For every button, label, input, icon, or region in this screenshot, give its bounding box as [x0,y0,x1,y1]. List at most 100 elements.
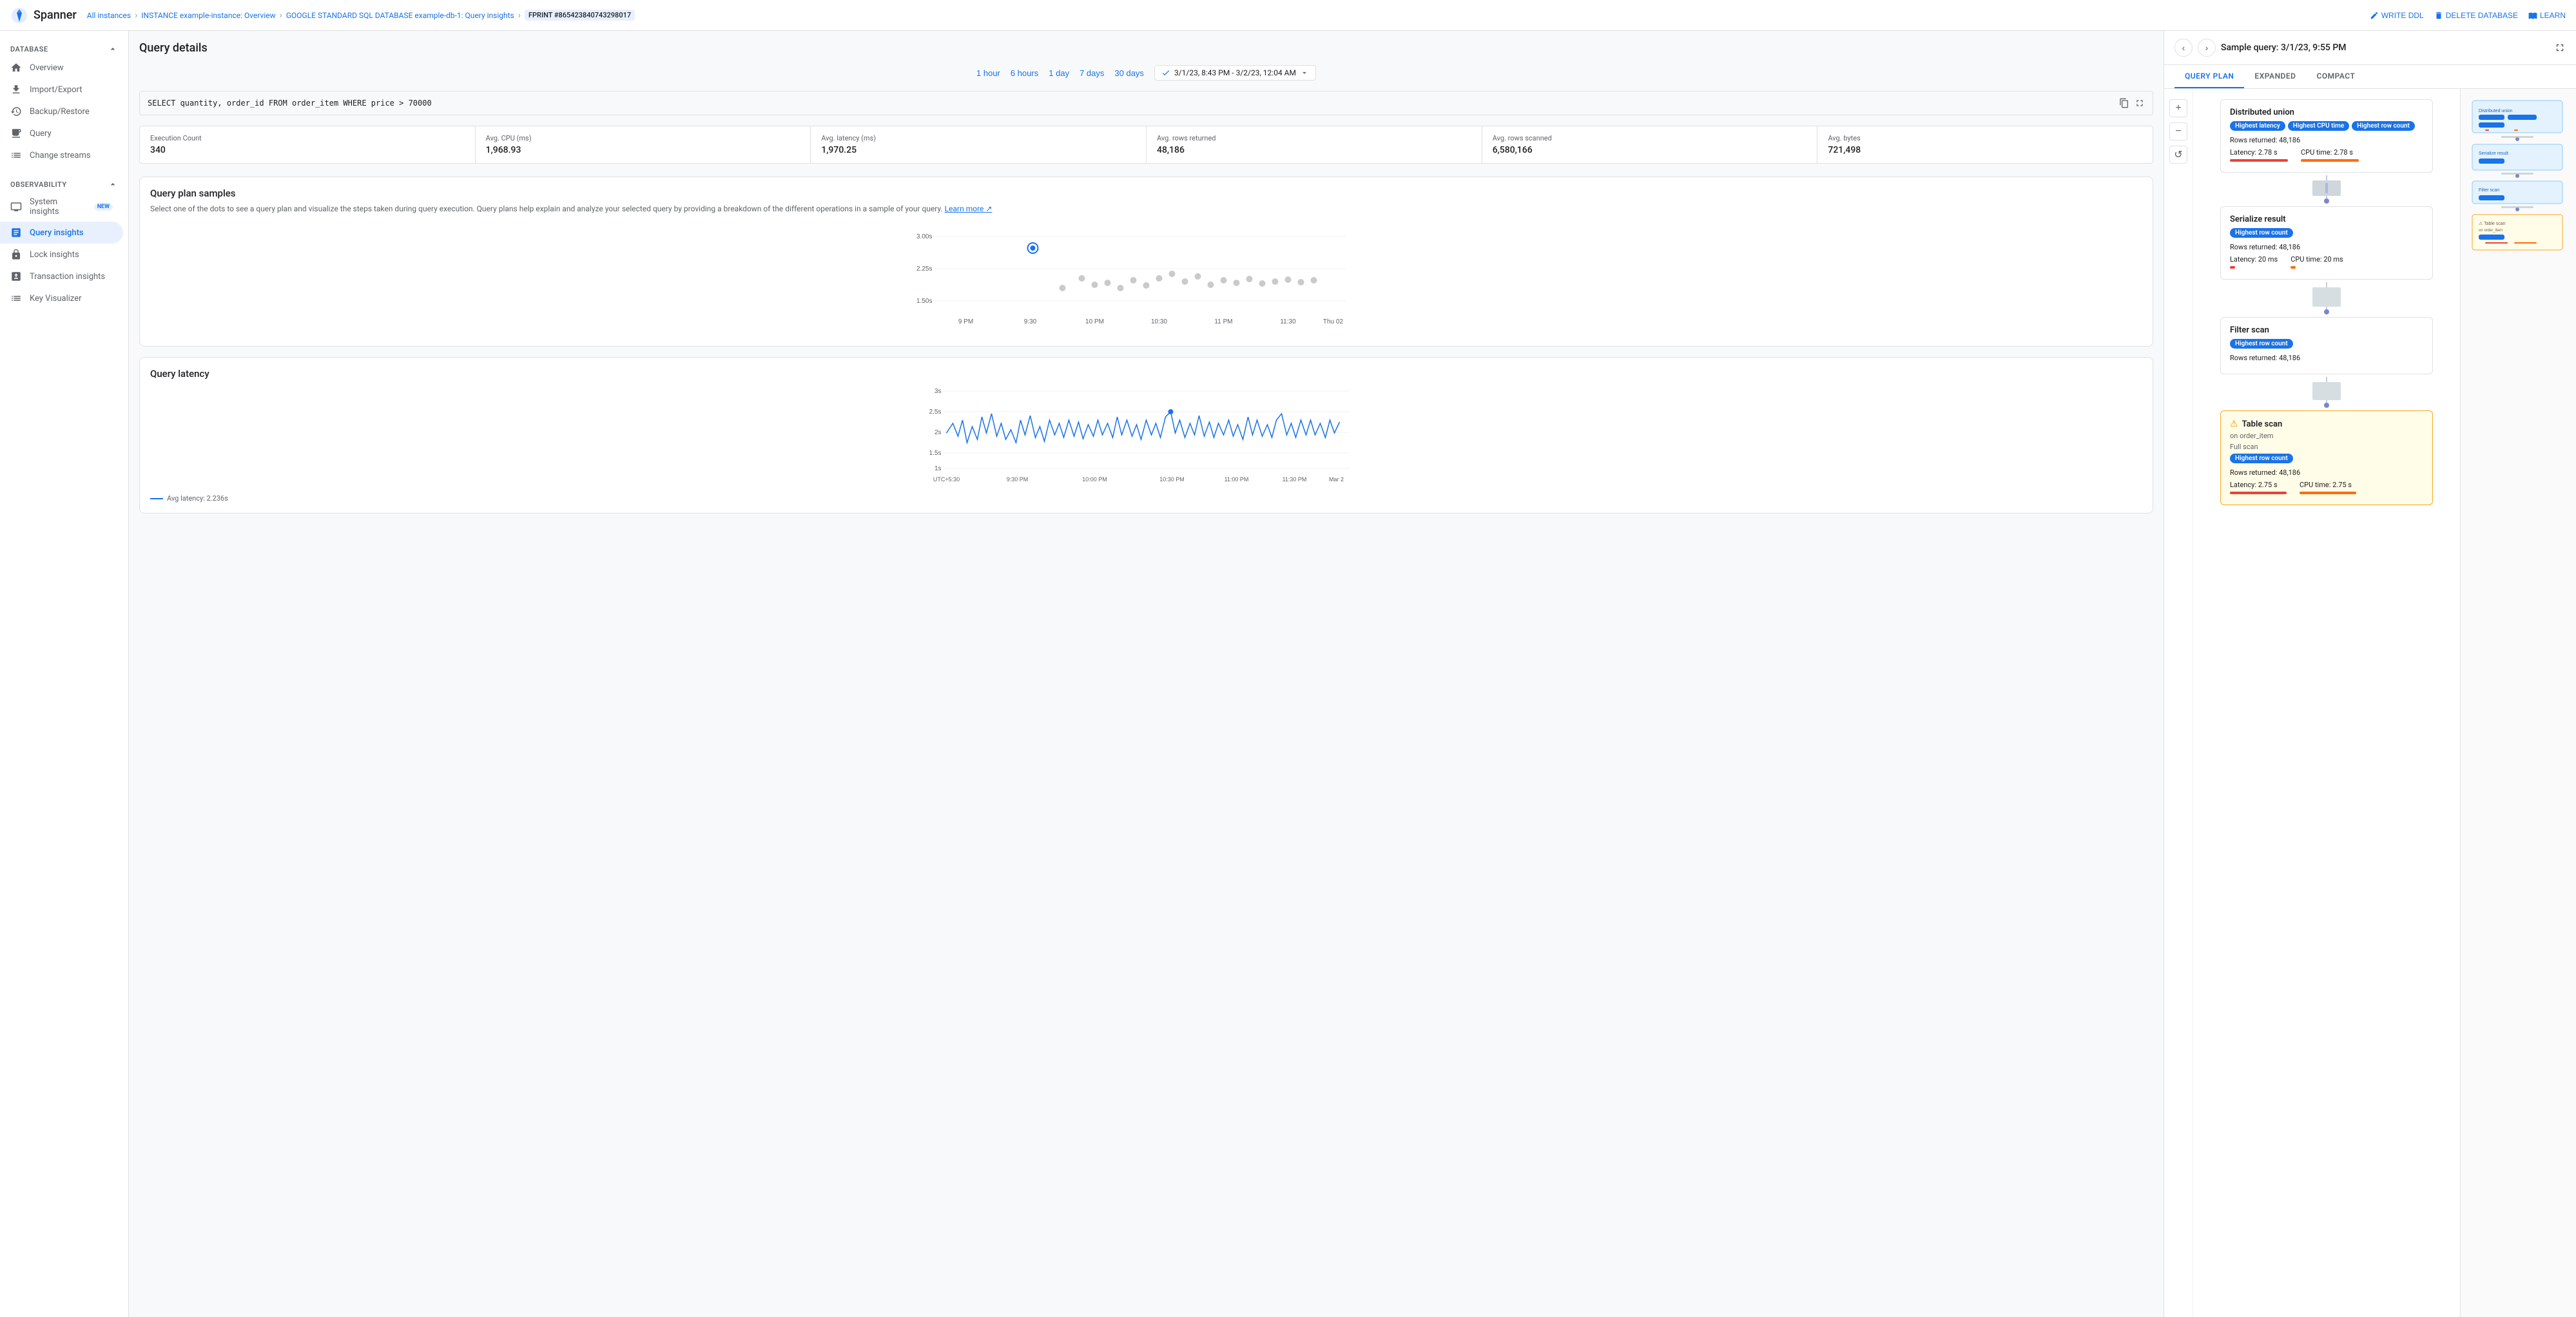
query-plan-samples-desc: Select one of the dots to see a query pl… [150,204,2142,213]
latency-bar-1 [2230,266,2235,269]
stat-value-0: 340 [150,145,465,155]
right-panel-tabs: QUERY PLAN EXPANDED COMPACT [2164,65,2576,89]
import-icon [10,84,22,95]
svg-text:11:30: 11:30 [1280,318,1296,325]
sidebar-label-query-insights: Query insights [30,228,84,238]
database-section-title: DATABASE [0,36,128,57]
node-rows-0: Rows returned: 48,186 [2230,136,2423,144]
sidebar-item-overview[interactable]: Overview [0,57,123,79]
svg-text:Serialize result: Serialize result [2479,151,2508,156]
sidebar-item-transaction-insights[interactable]: Transaction insights [0,265,123,287]
zoom-in-button[interactable]: + [2169,99,2187,117]
sidebar-item-backup[interactable]: Backup/Restore [0,101,123,122]
query-icon [10,128,22,139]
collapse-obs-icon [108,179,118,189]
query-icons [2119,98,2145,108]
backup-icon [10,106,22,117]
breadcrumb: All instances › INSTANCE example-instanc… [87,10,2370,21]
main-panel: Query details 1 hour 6 hours 1 day 7 day… [129,31,2164,1317]
sidebar-label-change-streams: Change streams [30,151,91,160]
learn-more-link[interactable]: Learn more ↗ [945,204,993,213]
tab-compact[interactable]: COMPACT [2306,65,2365,88]
zoom-out-button[interactable]: − [2169,122,2187,140]
badge-highest-row-1: Highest row count [2230,228,2293,238]
right-panel-header: ‹ › Sample query: 3/1/23, 9:55 PM [2164,31,2576,65]
badge-highest-row-2: Highest row count [2230,339,2293,349]
time-7d[interactable]: 7 days [1080,68,1104,78]
prev-sample-button[interactable]: ‹ [2174,39,2193,57]
reset-view-button[interactable]: ↺ [2169,146,2187,164]
sidebar-item-query-insights[interactable]: Query insights [0,222,123,244]
right-panel-title: Sample query: 3/1/23, 9:55 PM [2221,43,2549,53]
next-sample-button[interactable]: › [2198,39,2216,57]
svg-text:1.50s: 1.50s [916,298,932,305]
node-subtitle-3: on order_item [2230,432,2423,440]
svg-text:10 PM: 10 PM [1085,318,1104,325]
time-6h[interactable]: 6 hours [1011,68,1038,78]
svg-text:11:00 PM: 11:00 PM [1225,476,1249,483]
write-ddl-button[interactable]: WRITE DDL [2370,11,2424,20]
learn-button[interactable]: LEARN [2528,11,2566,20]
stat-label-0: Execution Count [150,134,465,142]
fullscreen-icon[interactable] [2554,42,2566,53]
time-1h[interactable]: 1 hour [976,68,1000,78]
svg-text:1.5s: 1.5s [929,450,942,457]
badge-highest-row-0: Highest row count [2352,121,2415,131]
plan-node-filter-scan: Filter scan Highest row count Rows retur… [2220,317,2433,374]
svg-text:10:00 PM: 10:00 PM [1082,476,1107,483]
scatter-plot: 3.00s 2.25s 1.50s [150,224,2116,333]
delete-database-button[interactable]: DELETE DATABASE [2434,11,2518,20]
scatter-plot-container: 3.00s 2.25s 1.50s [150,224,2142,336]
latency-metric-3: Latency: 2.75 s [2230,481,2287,494]
node-badges-3: Highest row count [2230,454,2423,463]
breadcrumb-all-instances[interactable]: All instances [87,11,131,20]
node-badges-0: Highest latency Highest CPU time Highest… [2230,121,2423,131]
stat-value-1: 1,968.93 [486,145,800,155]
latency-label-1: Latency: 20 ms [2230,255,2278,264]
query-text: SELECT quantity, order_id FROM order_ite… [148,99,2119,108]
stat-value-2: 1,970.25 [821,145,1136,155]
date-range-picker[interactable]: 3/1/23, 8:43 PM - 3/2/23, 12:04 AM [1154,65,1316,81]
stat-latency: Avg. latency (ms) 1,970.25 [811,126,1147,163]
sidebar-item-key-visualizer[interactable]: Key Visualizer [0,287,123,309]
stat-label-1: Avg. CPU (ms) [486,134,800,142]
node-title-0: Distributed union [2230,108,2423,117]
sidebar-item-lock-insights[interactable]: Lock insights [0,244,123,265]
cpu-metric-1: CPU time: 20 ms [2290,255,2343,269]
sidebar-item-import-export[interactable]: Import/Export [0,79,123,101]
time-1d[interactable]: 1 day [1049,68,1069,78]
expand-icon[interactable] [2135,98,2145,108]
breadcrumb-instance[interactable]: INSTANCE example-instance: Overview [141,11,275,20]
sidebar-item-system-insights[interactable]: System insights NEW [0,192,123,222]
collapse-icon [108,44,118,54]
tab-query-plan[interactable]: QUERY PLAN [2174,65,2244,88]
plan-minimap: Distributed union Serialize result [2460,89,2576,1317]
monitor-icon [10,201,22,213]
node-rows-1: Rows returned: 48,186 [2230,243,2423,251]
cpu-bar-3 [2300,492,2356,494]
sidebar-item-query[interactable]: Query [0,122,123,144]
time-30d[interactable]: 30 days [1114,68,1144,78]
copy-icon[interactable] [2119,98,2129,108]
app-logo: Spanner [10,6,77,24]
node-rows-3: Rows returned: 48,186 [2230,468,2423,477]
plan-controls: + − ↺ [2164,89,2193,1317]
sidebar-label-query: Query [30,129,52,139]
latency-bar-3 [2230,492,2287,494]
cpu-label-0: CPU time: 2.78 s [2301,148,2359,157]
time-filters: 1 hour 6 hours 1 day 7 days 30 days 3/1/… [139,65,2153,81]
dropdown-icon [1300,68,1309,77]
right-panel-body: + − ↺ Distributed union Highest latency … [2164,89,2576,1317]
line-chart-container: 3s 2.5s 2s 1.5s 1s UTC+5:30 9:30 PM 10:0… [150,385,2142,490]
svg-text:Thu 02: Thu 02 [1323,318,1344,325]
svg-text:10:30 PM: 10:30 PM [1159,476,1185,483]
badge-highest-latency: Highest latency [2230,121,2285,131]
tab-expanded[interactable]: EXPANDED [2244,65,2306,88]
breadcrumb-database[interactable]: GOOGLE STANDARD SQL DATABASE example-db-… [286,11,514,20]
svg-text:⚠ Table scan: ⚠ Table scan [2479,221,2506,226]
stat-value-5: 721,498 [1828,145,2142,155]
svg-text:on order_item: on order_item [2479,229,2503,233]
sidebar-item-change-streams[interactable]: Change streams [0,144,123,166]
badge-highest-cpu: Highest CPU time [2288,121,2349,131]
connector-2 [2312,377,2341,408]
